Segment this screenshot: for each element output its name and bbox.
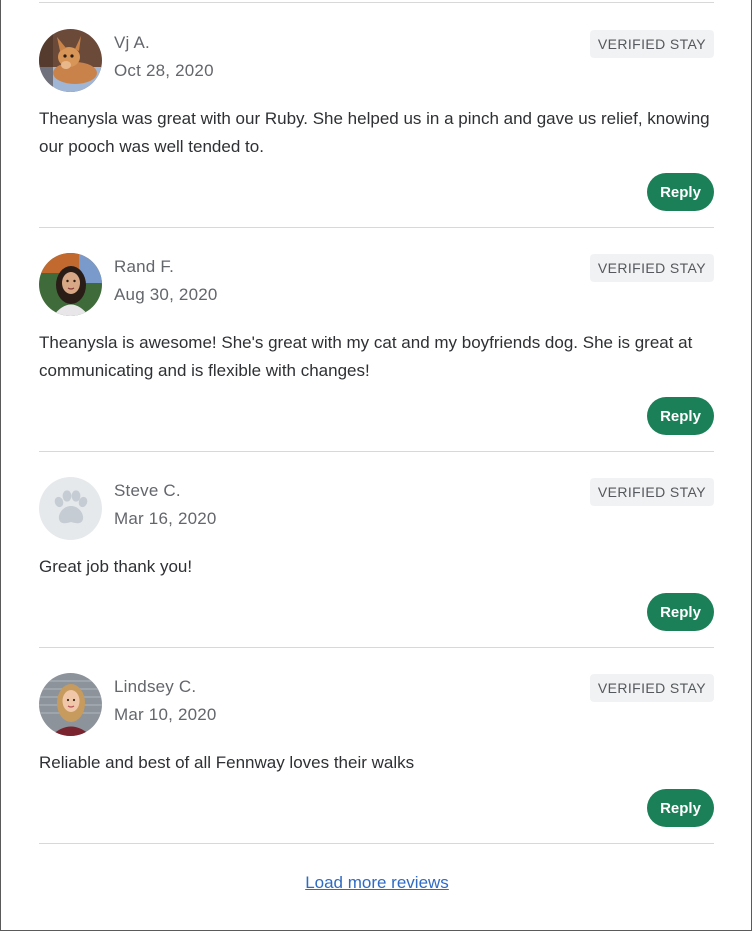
review-text: Reliable and best of all Fennway loves t… <box>39 753 415 772</box>
reviewer-avatar-lindsey <box>39 673 102 736</box>
review-date: Mar 16, 2020 <box>114 509 217 528</box>
review-text: Great job thank you! <box>39 557 193 576</box>
reviewer-name: Vj A. <box>114 33 150 52</box>
review-date: Oct 28, 2020 <box>114 61 214 80</box>
reviewer-name: Rand F. <box>114 257 174 276</box>
verified-stay-badge: VERIFIED STAY <box>589 254 714 282</box>
reviewer-avatar-steve <box>39 477 102 540</box>
reply-button[interactable]: Reply <box>647 789 714 827</box>
reply-button[interactable]: Reply <box>647 593 714 631</box>
review-date: Mar 10, 2020 <box>114 705 217 724</box>
review-divider <box>39 647 714 648</box>
dog-photo-icon <box>39 29 102 92</box>
review-divider <box>39 843 714 844</box>
review-text: Theanysla was great with our Ruby. She h… <box>39 109 710 156</box>
woman-photo-icon <box>39 673 102 736</box>
load-more-container: Load more reviews <box>1 873 752 893</box>
reviewer-avatar-rand <box>39 253 102 316</box>
review-date: Aug 30, 2020 <box>114 285 218 304</box>
reply-button[interactable]: Reply <box>647 397 714 435</box>
review-divider <box>39 227 714 228</box>
reply-button[interactable]: Reply <box>647 173 714 211</box>
review-divider <box>39 451 714 452</box>
reviewer-name: Lindsey C. <box>114 677 197 696</box>
review-text: Theanysla is awesome! She's great with m… <box>39 333 693 380</box>
load-more-reviews-link[interactable]: Load more reviews <box>305 873 449 892</box>
verified-stay-badge: VERIFIED STAY <box>589 30 714 58</box>
reviewer-avatar-vj <box>39 29 102 92</box>
reviewer-name: Steve C. <box>114 481 181 500</box>
verified-stay-badge: VERIFIED STAY <box>589 478 714 506</box>
verified-stay-badge: VERIFIED STAY <box>589 674 714 702</box>
reviews-panel: Vj A. Oct 28, 2020 VERIFIED STAY Theanys… <box>0 0 752 931</box>
top-divider <box>39 2 714 3</box>
woman-photo-icon <box>39 253 102 316</box>
paw-icon <box>39 477 102 540</box>
